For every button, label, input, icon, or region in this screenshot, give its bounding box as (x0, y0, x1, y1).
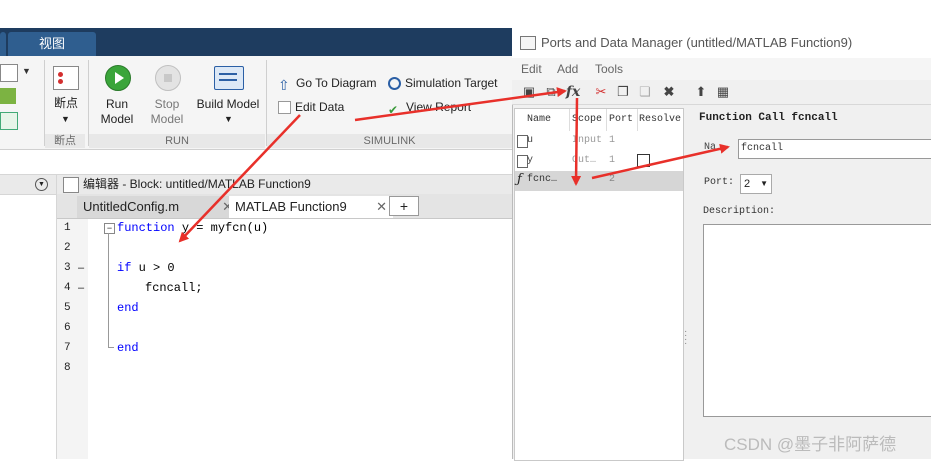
arrow-row-to-name-field (591, 143, 730, 180)
arrow-editdata-to-fx (354, 87, 567, 122)
arrow-diagram-to-code (178, 114, 301, 243)
arrow-fx-to-function-row (571, 97, 582, 186)
annotation-arrows (178, 87, 730, 243)
